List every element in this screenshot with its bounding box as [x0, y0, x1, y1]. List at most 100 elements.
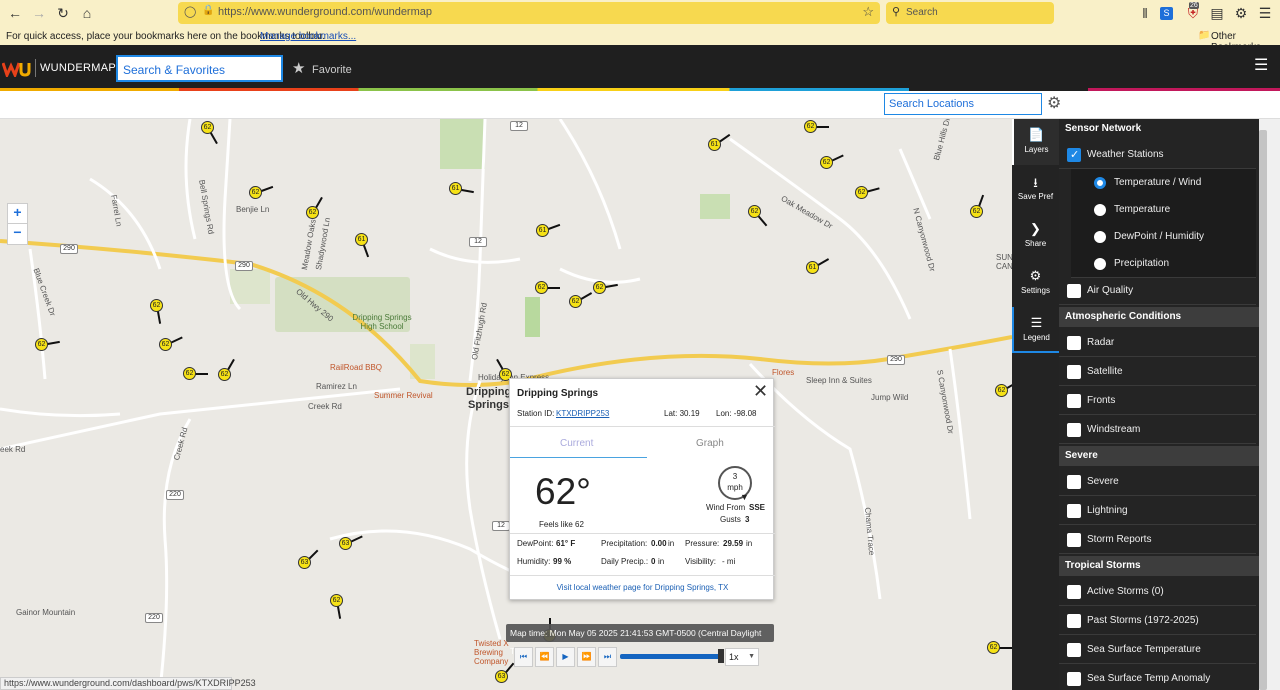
station-marker[interactable]: 62: [748, 205, 761, 218]
layer-air-quality[interactable]: Air Quality: [1059, 277, 1256, 305]
option-temperature[interactable]: Temperature: [1071, 196, 1256, 224]
menu-icon[interactable]: ☰: [1256, 4, 1274, 22]
speed-select[interactable]: 1x ▼: [725, 648, 759, 666]
search-locations-placeholder[interactable]: Search Locations: [889, 98, 974, 110]
option-precipitation[interactable]: Precipitation: [1071, 250, 1256, 278]
wundermap-title[interactable]: WUNDERMAP: [40, 62, 116, 74]
layer-weather-stations[interactable]: ✓ Weather Stations: [1059, 141, 1256, 169]
speed-value[interactable]: 1x: [729, 652, 739, 662]
bookmark-star-icon[interactable]: ☆: [862, 4, 874, 20]
station-id-link[interactable]: KTXDRIPP253: [556, 409, 609, 418]
zoom-out-button[interactable]: −: [8, 224, 27, 244]
checkbox[interactable]: [1067, 365, 1081, 379]
fast-forward-icon[interactable]: ⏩: [577, 647, 596, 667]
lock-icon[interactable]: 🔒: [202, 5, 214, 16]
station-marker[interactable]: 61: [536, 224, 549, 237]
layer-active-storms[interactable]: Active Storms (0): [1059, 578, 1256, 606]
checkbox[interactable]: [1067, 423, 1081, 437]
checkbox[interactable]: [1067, 585, 1081, 599]
zoom-in-button[interactable]: +: [8, 204, 27, 224]
layer-radar[interactable]: Radar: [1059, 329, 1256, 357]
checkbox[interactable]: [1067, 336, 1081, 350]
local-weather-link[interactable]: Visit local weather page for Dripping Sp…: [510, 583, 775, 592]
radio[interactable]: [1094, 231, 1106, 243]
url-bar[interactable]: ◯ 🔒 https://www.wunderground.com/wunderm…: [178, 2, 880, 24]
forward-icon[interactable]: →: [30, 4, 48, 22]
reload-icon[interactable]: ↻: [54, 4, 72, 22]
checkbox[interactable]: [1067, 284, 1081, 298]
browser-search-placeholder[interactable]: Search: [906, 7, 938, 18]
station-marker[interactable]: 62: [820, 156, 833, 169]
station-marker[interactable]: 62: [855, 186, 868, 199]
station-marker[interactable]: 63: [298, 556, 311, 569]
wu-logo-icon[interactable]: [1, 61, 32, 80]
manage-bookmarks-link[interactable]: Manage bookmarks...: [260, 31, 356, 42]
extension-s-icon[interactable]: S: [1160, 7, 1173, 20]
browser-search-field[interactable]: ⚲ Search: [886, 2, 1054, 24]
url-text[interactable]: https://www.wunderground.com/wundermap: [218, 6, 432, 18]
radio-selected[interactable]: [1094, 177, 1106, 189]
station-marker[interactable]: 62: [183, 367, 196, 380]
layer-past-storms[interactable]: Past Storms (1972-2025): [1059, 607, 1256, 635]
station-marker[interactable]: 61: [806, 261, 819, 274]
tab-share[interactable]: ❯ Share: [1012, 213, 1059, 259]
station-marker[interactable]: 62: [535, 281, 548, 294]
play-icon[interactable]: ▶: [556, 647, 575, 667]
station-marker[interactable]: 62: [970, 205, 983, 218]
tab-settings[interactable]: ⚙ Settings: [1012, 260, 1059, 306]
tab-graph[interactable]: Graph: [696, 438, 724, 449]
skip-end-icon[interactable]: ⏭: [598, 647, 617, 667]
site-search-input[interactable]: Search & Favorites: [116, 55, 283, 82]
layer-lightning[interactable]: Lightning: [1059, 497, 1256, 525]
back-icon[interactable]: ←: [6, 4, 24, 22]
station-marker[interactable]: 62: [35, 338, 48, 351]
reader-icon[interactable]: ▤: [1208, 4, 1226, 22]
radio[interactable]: [1094, 258, 1106, 270]
station-marker[interactable]: 61: [355, 233, 368, 246]
station-marker[interactable]: 62: [569, 295, 582, 308]
station-marker[interactable]: 63: [495, 670, 508, 683]
station-marker[interactable]: 62: [201, 121, 214, 134]
station-marker[interactable]: 62: [306, 206, 319, 219]
option-dewpoint-humidity[interactable]: DewPoint / Humidity: [1071, 223, 1256, 251]
settings-gear-icon[interactable]: ⚙: [1047, 93, 1061, 113]
station-marker[interactable]: 62: [249, 186, 262, 199]
station-marker[interactable]: 61: [449, 182, 462, 195]
checkbox[interactable]: [1067, 533, 1081, 547]
layer-sst[interactable]: Sea Surface Temperature: [1059, 636, 1256, 664]
layer-satellite[interactable]: Satellite: [1059, 358, 1256, 386]
tab-legend[interactable]: ☰ Legend: [1012, 307, 1059, 353]
layer-severe[interactable]: Severe: [1059, 468, 1256, 496]
tab-layers[interactable]: 📄 Layers: [1012, 119, 1059, 165]
timeline-handle[interactable]: [718, 649, 724, 663]
hamburger-menu-icon[interactable]: ☰: [1254, 55, 1268, 75]
library-icon[interactable]: ‖: [1136, 4, 1154, 22]
tab-current[interactable]: Current: [560, 438, 593, 449]
map-canvas[interactable]: 290 290 290 12 12 12 220 220 Benjie Ln B…: [0, 119, 1012, 690]
station-marker[interactable]: 62: [150, 299, 163, 312]
timeline-track[interactable]: [620, 654, 720, 659]
layer-fronts[interactable]: Fronts: [1059, 387, 1256, 415]
station-marker[interactable]: 62: [987, 641, 1000, 654]
close-icon[interactable]: ✕: [753, 381, 768, 402]
station-marker[interactable]: 62: [995, 384, 1008, 397]
scrollbar-thumb[interactable]: [1259, 130, 1267, 690]
station-marker[interactable]: 62: [159, 338, 172, 351]
home-icon[interactable]: ⌂: [78, 4, 96, 22]
option-temp-wind[interactable]: Temperature / Wind: [1071, 169, 1256, 197]
checkbox[interactable]: [1067, 504, 1081, 518]
skip-start-icon[interactable]: ⏮: [514, 647, 533, 667]
rewind-icon[interactable]: ⏪: [535, 647, 554, 667]
checkbox[interactable]: [1067, 643, 1081, 657]
station-marker[interactable]: 62: [218, 368, 231, 381]
favorite-label[interactable]: Favorite: [312, 64, 352, 76]
station-marker[interactable]: 62: [330, 594, 343, 607]
extensions-icon[interactable]: ⚙: [1232, 4, 1250, 22]
checkbox[interactable]: [1067, 475, 1081, 489]
search-locations-input[interactable]: Search Locations: [884, 93, 1042, 115]
station-marker[interactable]: 63: [339, 537, 352, 550]
checkbox[interactable]: [1067, 672, 1081, 686]
station-marker[interactable]: 62: [804, 120, 817, 133]
site-search-placeholder[interactable]: Search & Favorites: [123, 63, 225, 77]
layer-windstream[interactable]: Windstream: [1059, 416, 1256, 444]
